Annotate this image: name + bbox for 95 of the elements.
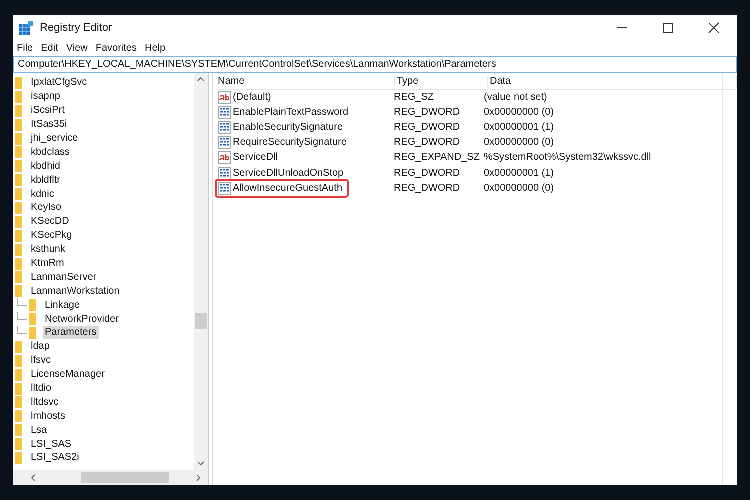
column-header[interactable]: Data (488, 76, 737, 86)
scroll-right-icon[interactable] (196, 474, 202, 482)
folder-icon (15, 160, 22, 172)
folder-icon (15, 424, 22, 436)
tree-item[interactable]: lfsvc (29, 354, 53, 368)
tree-item[interactable]: ksthunk (29, 243, 68, 256)
folder-icon (15, 132, 22, 144)
value-data: 0x00000001 (1) (484, 168, 556, 179)
folder-icon (15, 368, 22, 381)
value-data: 0x00000000 (0) (484, 137, 556, 148)
value-type: REG_DWORD (394, 168, 462, 179)
menu-item[interactable]: Favorites (96, 43, 137, 54)
tree-item[interactable]: kbldfltr (29, 174, 62, 187)
tree-item[interactable]: ldap (29, 340, 52, 354)
value-data: %SystemRoot%\System32\wkssvc.dll (484, 152, 652, 164)
value-name[interactable]: EnableSecuritySignature (233, 122, 344, 134)
tree-item[interactable]: isapnp (29, 90, 62, 104)
tree-item[interactable]: kdnic (29, 188, 56, 201)
tree-item[interactable]: IpxlatCfgSvc (29, 76, 90, 90)
vertical-scrollbar[interactable] (194, 73, 208, 470)
tree-item[interactable]: LanmanWorkstation (29, 284, 122, 298)
value-name[interactable]: RequireSecuritySignature (233, 137, 347, 148)
value-type: REG_DWORD (394, 137, 462, 148)
tree-item[interactable]: Lsa (29, 424, 50, 437)
value-type: REG_SZ (394, 92, 436, 104)
tree-item[interactable]: LSI_SAS (29, 438, 74, 451)
folder-icon (15, 230, 22, 242)
value-data: 0x00000000 (0) (484, 107, 556, 118)
tree-item[interactable]: kbdhid (29, 160, 62, 173)
value-type: REG_EXPAND_SZ (394, 152, 481, 164)
tree-item[interactable]: LSI_SAS2i (29, 451, 82, 464)
registry-editor-icon (18, 20, 34, 36)
value-type: REG_DWORD (394, 122, 462, 134)
tree-item[interactable]: lmhosts (29, 410, 68, 423)
folder-icon (15, 104, 22, 117)
tree-item[interactable]: KeyIso (29, 201, 64, 214)
value-name[interactable]: (Default) (233, 92, 272, 104)
value-name[interactable]: EnablePlainTextPassword (233, 107, 349, 118)
maximize-icon[interactable] (662, 22, 674, 34)
value-type: REG_DWORD (394, 107, 462, 118)
folder-icon (15, 216, 22, 228)
scrollbar-thumb[interactable] (81, 472, 169, 483)
tree-item[interactable]: LanmanServer (29, 270, 99, 284)
scroll-down-icon[interactable] (197, 461, 205, 467)
folder-icon (15, 90, 22, 103)
tree-item[interactable]: ItSas35i (29, 118, 70, 132)
folder-icon (15, 354, 22, 367)
scroll-up-icon[interactable] (197, 76, 205, 82)
tree-item[interactable]: lltdio (29, 382, 54, 396)
scroll-left-icon[interactable] (30, 474, 36, 482)
tree-item[interactable]: NetworkProvider (43, 312, 121, 326)
folder-icon (15, 76, 22, 89)
value-data: 0x00000001 (1) (484, 122, 556, 134)
value-name[interactable]: ServiceDll (233, 152, 278, 164)
folder-icon (15, 340, 22, 353)
string-value-icon (218, 151, 231, 164)
tree-item[interactable]: KSecPkg (29, 229, 74, 242)
folder-icon (15, 285, 22, 298)
folder-icon (15, 244, 22, 256)
menu-item[interactable]: Help (144, 43, 166, 54)
close-icon[interactable] (708, 22, 720, 34)
binary-value-icon (218, 121, 231, 134)
binary-value-icon (218, 106, 231, 120)
window-title: Registry Editor (40, 22, 112, 34)
folder-icon (15, 174, 22, 186)
column-header[interactable]: Type (395, 76, 488, 86)
menu-item[interactable]: Edit (41, 43, 58, 54)
value-data: 0x00000000 (0) (484, 182, 556, 194)
tree-item[interactable]: KSecDD (29, 215, 72, 228)
tree-item[interactable]: KtmRm (29, 257, 66, 270)
tree-item[interactable]: lltdsvc (29, 396, 61, 409)
tree-item[interactable]: Linkage (43, 298, 82, 312)
value-data: (value not set) (484, 92, 548, 104)
tree-item[interactable]: iScsiPrt (29, 104, 67, 118)
tree-item[interactable]: LicenseManager (29, 368, 107, 382)
folder-icon (15, 146, 22, 158)
folder-icon (15, 118, 22, 131)
menu-item[interactable]: File (17, 43, 34, 54)
tree-item[interactable]: Parameters (43, 326, 99, 340)
tree-item[interactable]: jhi_service (29, 132, 80, 145)
tree-item[interactable]: kbdclass (29, 146, 72, 159)
column-header[interactable]: Name (216, 76, 395, 86)
menu-item[interactable]: View (66, 43, 88, 54)
string-value-icon (218, 91, 231, 104)
value-type: REG_DWORD (394, 182, 462, 194)
folder-icon (15, 410, 22, 422)
value-name[interactable]: AllowInsecureGuestAuth (233, 182, 343, 194)
folder-icon (29, 299, 36, 312)
horizontal-scrollbar[interactable] (13, 470, 208, 485)
binary-value-icon (218, 182, 231, 195)
binary-value-icon (218, 136, 231, 150)
value-name[interactable]: ServiceDllUnloadOnStop (233, 168, 344, 179)
address-field[interactable]: Computer\HKEY_LOCAL_MACHINE\SYSTEM\CurrentControlSet\Services\LanmanWorkstation\Parameters (13, 56, 737, 73)
binary-value-icon (218, 166, 231, 180)
scrollbar-thumb[interactable] (195, 313, 207, 329)
